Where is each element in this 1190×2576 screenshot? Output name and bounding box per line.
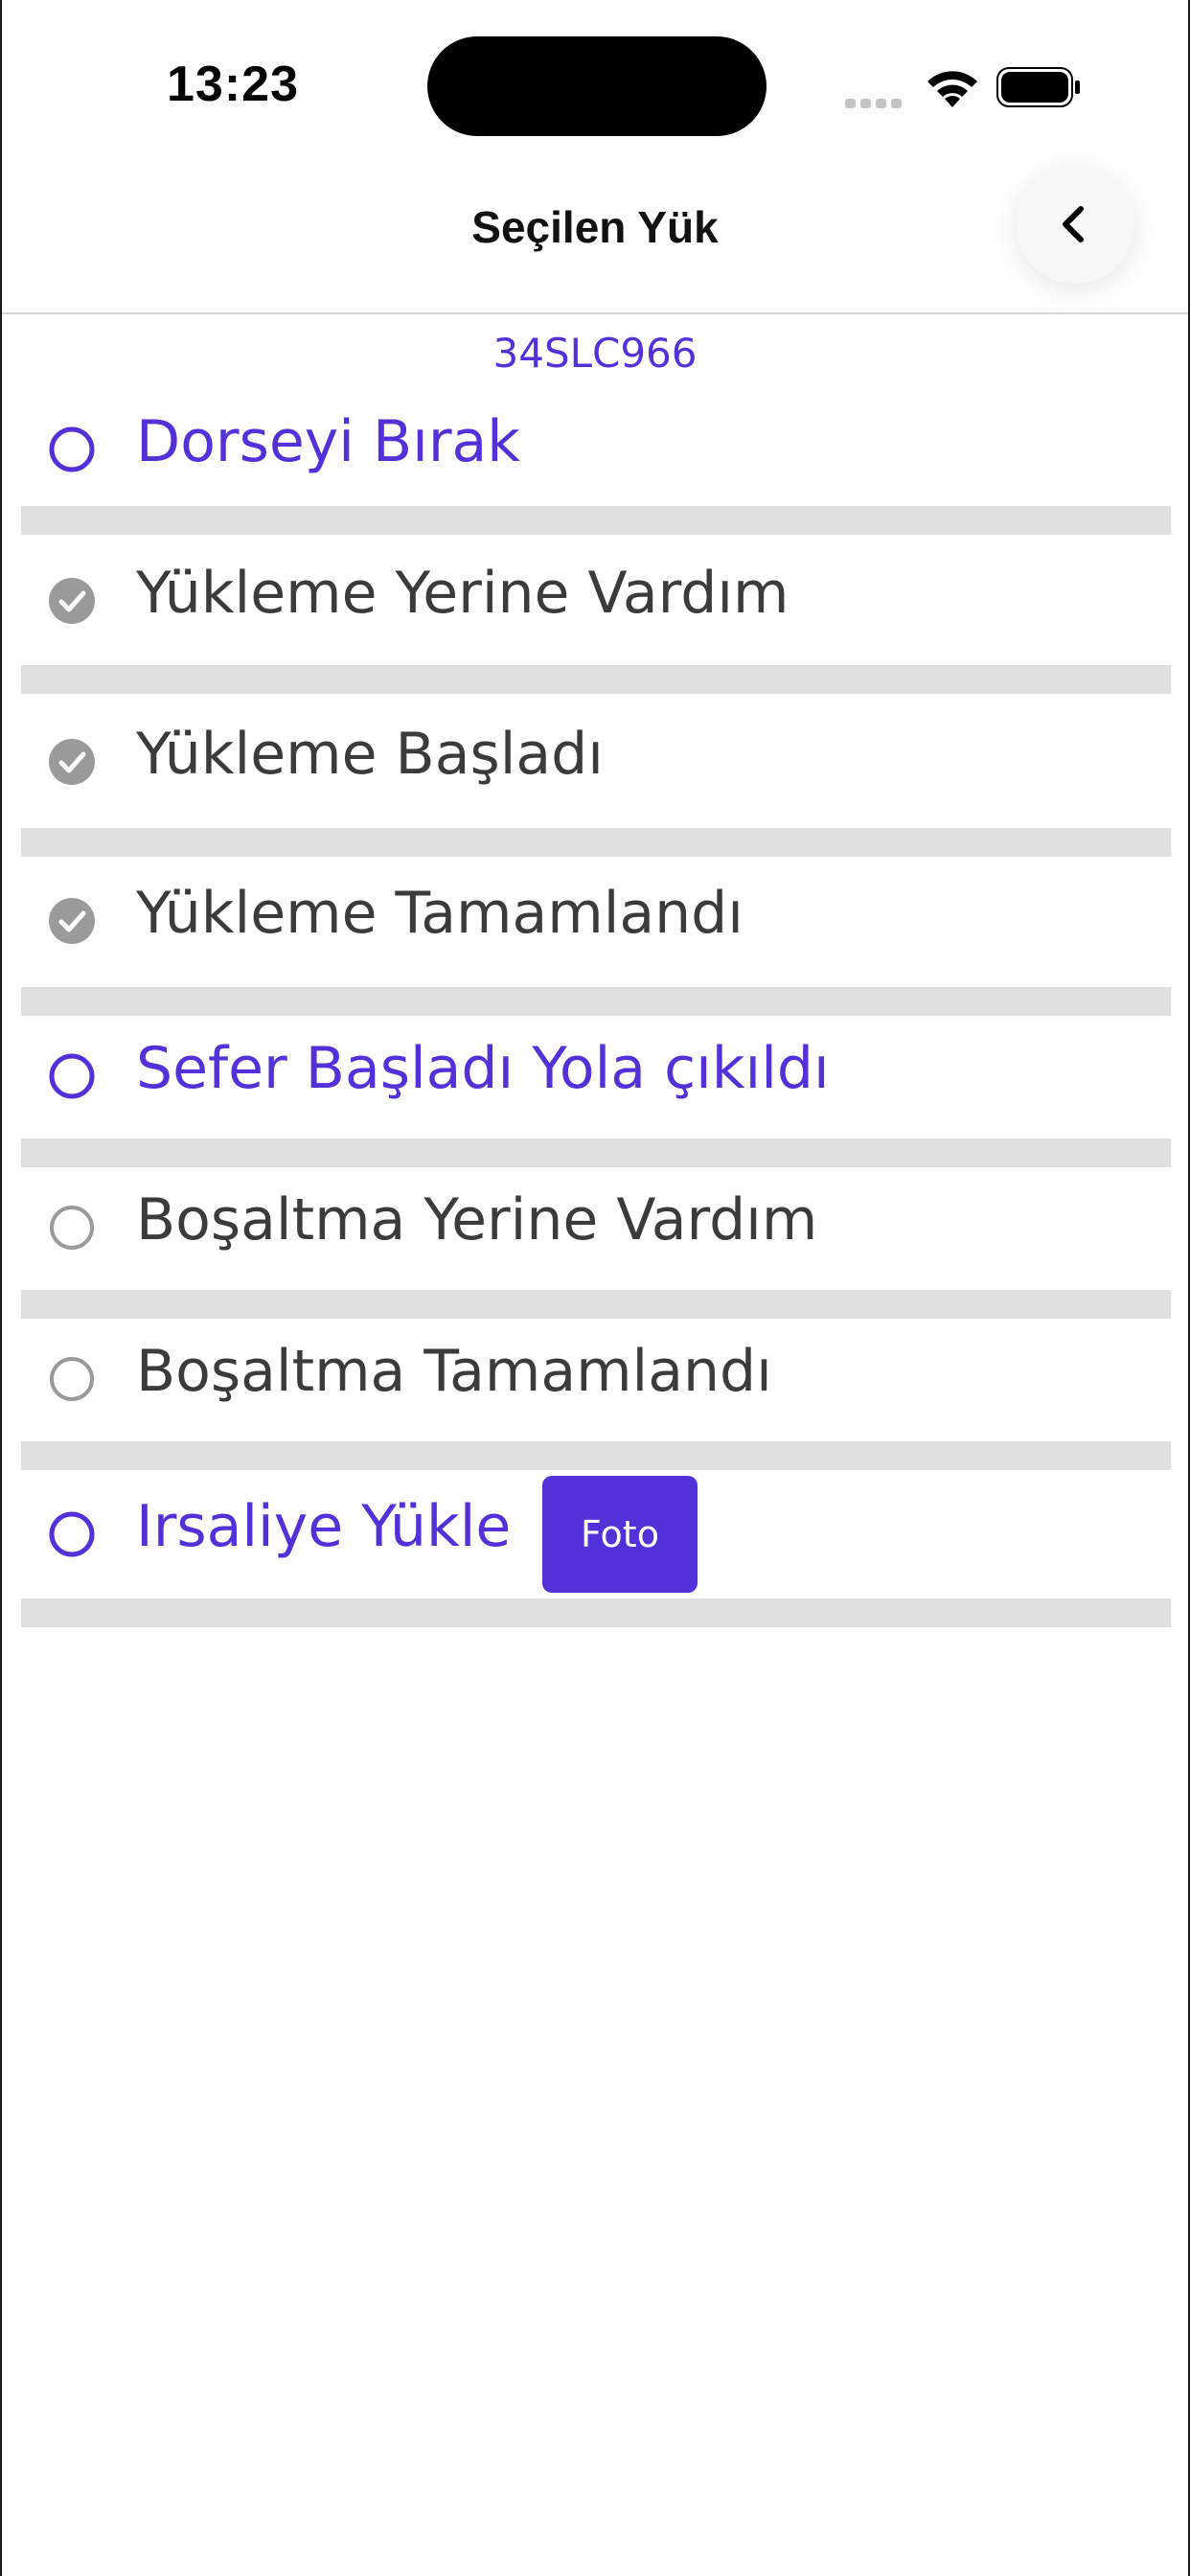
- circle-outline-icon: [48, 426, 96, 473]
- battery-icon: [996, 67, 1080, 107]
- divider: [21, 987, 1171, 1016]
- divider: [21, 828, 1171, 857]
- step-label: Irsaliye Yükle: [136, 1493, 512, 1560]
- divider: [21, 1441, 1171, 1470]
- step-label: Boşaltma Tamamlandı: [136, 1338, 772, 1405]
- back-button[interactable]: [1016, 165, 1134, 284]
- step-label: Boşaltma Yerine Vardım: [136, 1186, 818, 1254]
- check-circle-icon: [48, 577, 96, 625]
- step-label: Yükleme Yerine Vardım: [136, 560, 790, 627]
- step-item-irsaliye-yukle[interactable]: Irsaliye Yükle Foto: [21, 1470, 1171, 1598]
- step-label: Yükleme Tamamlandı: [136, 880, 744, 947]
- circle-outline-icon: [48, 1510, 96, 1558]
- step-item-yukleme-tamamlandi[interactable]: Yükleme Tamamlandı: [21, 857, 1171, 987]
- divider: [21, 665, 1171, 694]
- circle-outline-icon: [48, 1355, 96, 1403]
- status-bar: 13:23: [2, 0, 1188, 172]
- page-title: Seçilen Yük: [471, 202, 719, 252]
- step-item-bosaltma-yerine-vardim[interactable]: Boşaltma Yerine Vardım: [21, 1167, 1171, 1290]
- nav-header: Seçilen Yük: [2, 172, 1188, 314]
- status-time: 13:23: [167, 57, 299, 112]
- wifi-icon: [927, 71, 977, 107]
- app-screen: 13:23 Seçilen Yük 34SLC966 Dorseyi Bırak…: [0, 0, 1190, 2576]
- check-circle-icon: [48, 738, 96, 786]
- plate-number: 34SLC966: [492, 330, 698, 377]
- dynamic-island: [427, 36, 767, 136]
- step-item-dorseyi-birak[interactable]: Dorseyi Bırak: [21, 395, 1171, 506]
- divider: [21, 1598, 1171, 1627]
- step-item-bosaltma-tamamlandi[interactable]: Boşaltma Tamamlandı: [21, 1319, 1171, 1441]
- step-label: Yükleme Başladı: [136, 721, 604, 788]
- divider: [21, 506, 1171, 535]
- step-label: Sefer Başladı Yola çıkıldı: [136, 1035, 830, 1102]
- step-item-yukleme-yerine-vardim[interactable]: Yükleme Yerine Vardım: [21, 535, 1171, 665]
- check-circle-icon: [48, 897, 96, 945]
- step-item-sefer-basladi[interactable]: Sefer Başladı Yola çıkıldı: [21, 1016, 1171, 1138]
- step-label: Dorseyi Bırak: [136, 408, 521, 475]
- circle-outline-icon: [48, 1052, 96, 1100]
- divider: [21, 1138, 1171, 1167]
- circle-outline-icon: [48, 1204, 96, 1252]
- chevron-left-icon: [1063, 206, 1084, 242]
- foto-button[interactable]: Foto: [542, 1476, 698, 1593]
- step-list: Dorseyi Bırak Yükleme Yerine Vardım Yükl…: [21, 395, 1171, 1627]
- step-item-yukleme-basladi[interactable]: Yükleme Başladı: [21, 694, 1171, 828]
- cellular-signal-icon: [845, 94, 906, 112]
- divider: [21, 1290, 1171, 1319]
